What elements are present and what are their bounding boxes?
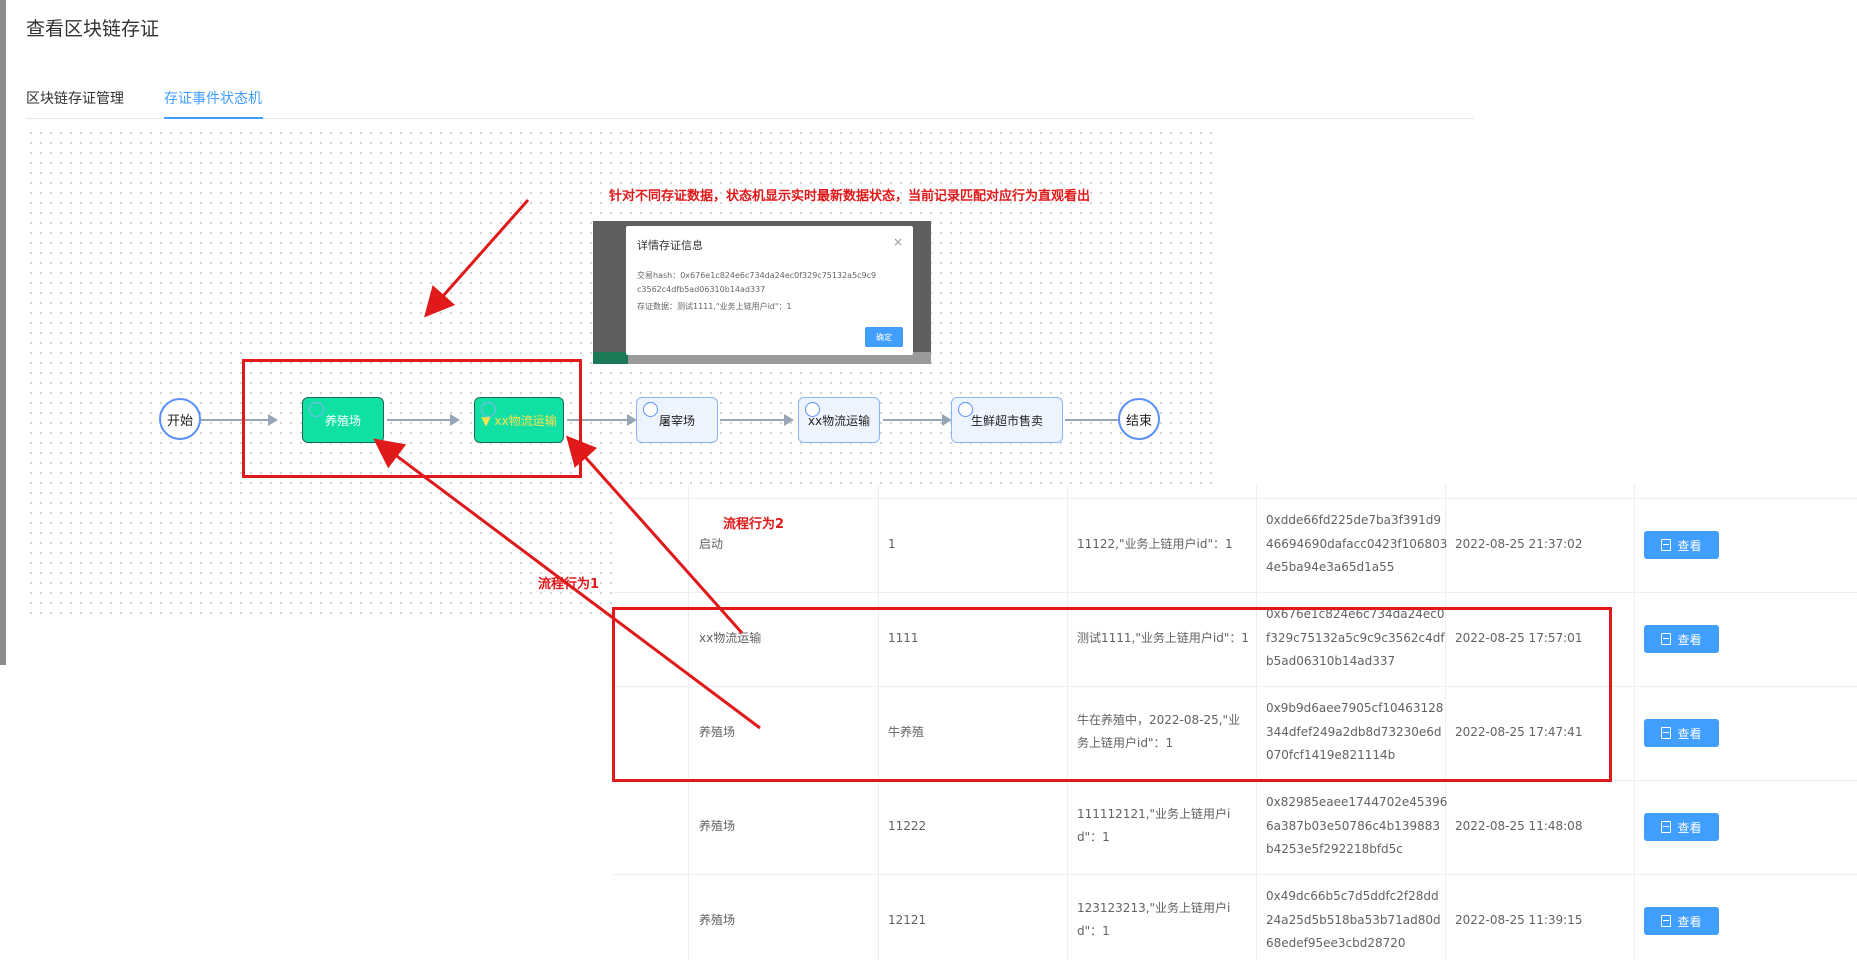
time-cell: 2022-08-25 11:39:15 [1455, 913, 1583, 927]
document-icon [1661, 633, 1672, 645]
hash-cell: 0xdde66fd225de7ba3f391d9 [1266, 513, 1441, 527]
data-cell: d"：1 [1077, 924, 1110, 938]
close-icon[interactable]: × [893, 235, 903, 249]
status-cell: 养殖场 [699, 913, 736, 927]
flow-node-label: 屠宰场 [658, 413, 695, 428]
hash-cell: 68edef95ee3cbd28720 [1266, 936, 1406, 950]
data-cell: 11122,"业务上链用户id"：1 [1077, 537, 1233, 551]
hash-cell: 6a387b03e50786c4b139883 [1266, 819, 1440, 833]
view-button[interactable]: 查看 [1644, 719, 1719, 747]
tab-blockchain-management[interactable]: 区块链存证管理 [26, 88, 124, 108]
annotation-behavior-2: 流程行为2 [723, 517, 785, 532]
flow-arrow [883, 414, 952, 426]
left-scrollbar [0, 0, 6, 665]
status-cell: 养殖场 [699, 819, 736, 833]
view-button[interactable]: 查看 [1644, 531, 1719, 559]
tab-state-machine[interactable]: 存证事件状态机 [164, 88, 262, 108]
table-row: 启动 1 11122,"业务上链用户id"：1 0xdde66fd225de7b… [613, 498, 1857, 592]
page-title: 查看区块链存证 [26, 18, 160, 40]
view-button[interactable]: 查看 [1644, 813, 1719, 841]
dialog-title: 详情存证信息 [637, 239, 703, 252]
flow-node-slaughterhouse[interactable]: 屠宰场 [636, 397, 718, 443]
name-cell: 11222 [888, 819, 927, 833]
flow-node-label: 生鲜超市售卖 [970, 413, 1043, 428]
dialog-data-line: 存证数据：测试1111,"业务上链用户id"：1 [637, 302, 792, 311]
user-icon [805, 402, 820, 417]
dialog-hash-line: 交易hash：0x676e1c824e6c734da24ec0f329c7513… [637, 271, 877, 280]
view-button-label: 查看 [1677, 914, 1702, 929]
name-cell: 1 [888, 537, 896, 551]
annotation-behavior-1: 流程行为1 [538, 577, 600, 592]
document-icon [1661, 727, 1672, 739]
data-cell: d"：1 [1077, 830, 1110, 844]
hash-cell: 0x49dc66b5c7d5ddfc2f28dd [1266, 889, 1439, 903]
hash-cell: 46694690dafacc0423f106803 [1266, 537, 1448, 551]
document-icon [1661, 539, 1672, 551]
active-tab-indicator [164, 117, 263, 119]
data-cell: 123123213,"业务上链用户i [1077, 901, 1231, 915]
background-strip [593, 352, 628, 364]
hash-cell: 0x82985eaee1744702e45396 [1266, 795, 1448, 809]
hash-cell: 4e5ba94e3a65d1a55 [1266, 560, 1395, 574]
tab-bar: 区块链存证管理 存证事件状态机 [26, 84, 1474, 119]
document-icon [1661, 821, 1672, 833]
flow-node-logistics[interactable]: xx物流运输 [798, 397, 880, 443]
user-icon [643, 402, 658, 417]
time-cell: 2022-08-25 21:37:02 [1455, 537, 1583, 551]
detail-dialog: 详情存证信息 × 交易hash：0x676e1c824e6c734da24ec0… [626, 226, 913, 355]
flow-arrow [720, 414, 794, 426]
data-cell: 111112121,"业务上链用户i [1077, 807, 1231, 821]
view-button-label: 查看 [1677, 632, 1702, 647]
flow-end-node[interactable]: 结束 [1118, 398, 1160, 440]
annotation-note: 针对不同存证数据，状态机显示实时最新数据状态，当前记录匹配对应行为直观看出 [609, 189, 1091, 204]
document-icon [1661, 915, 1672, 927]
table-row: 养殖场 12121 123123213,"业务上链用户i d"：1 0x49dc… [613, 874, 1857, 968]
status-cell: 启动 [699, 537, 724, 551]
view-button-label: 查看 [1677, 538, 1702, 553]
time-cell: 2022-08-25 11:48:08 [1455, 819, 1583, 833]
hash-cell: 24a25d5b518ba53b71ad80d [1266, 913, 1441, 927]
user-icon [958, 402, 973, 417]
confirm-button[interactable]: 确定 [865, 327, 903, 347]
dialog-hash-line: c3562c4dfb5ad06310b14ad337 [637, 285, 766, 294]
view-button-label: 查看 [1677, 726, 1702, 741]
highlight-box-flow [242, 359, 582, 478]
flow-start-node[interactable]: 开始 [159, 398, 201, 440]
dialog-screenshot: 详情存证信息 × 交易hash：0x676e1c824e6c734da24ec0… [593, 221, 931, 364]
hash-cell: b4253e5f292218bfd5c [1266, 842, 1403, 856]
view-button-label: 查看 [1677, 820, 1702, 835]
flow-node-supermarket[interactable]: 生鲜超市售卖 [951, 397, 1063, 443]
table-row: 养殖场 11222 111112121,"业务上链用户i d"：1 0x8298… [613, 780, 1857, 874]
highlight-box-rows [612, 607, 1612, 782]
view-button[interactable]: 查看 [1644, 625, 1719, 653]
name-cell: 12121 [888, 913, 927, 927]
view-button[interactable]: 查看 [1644, 907, 1719, 935]
